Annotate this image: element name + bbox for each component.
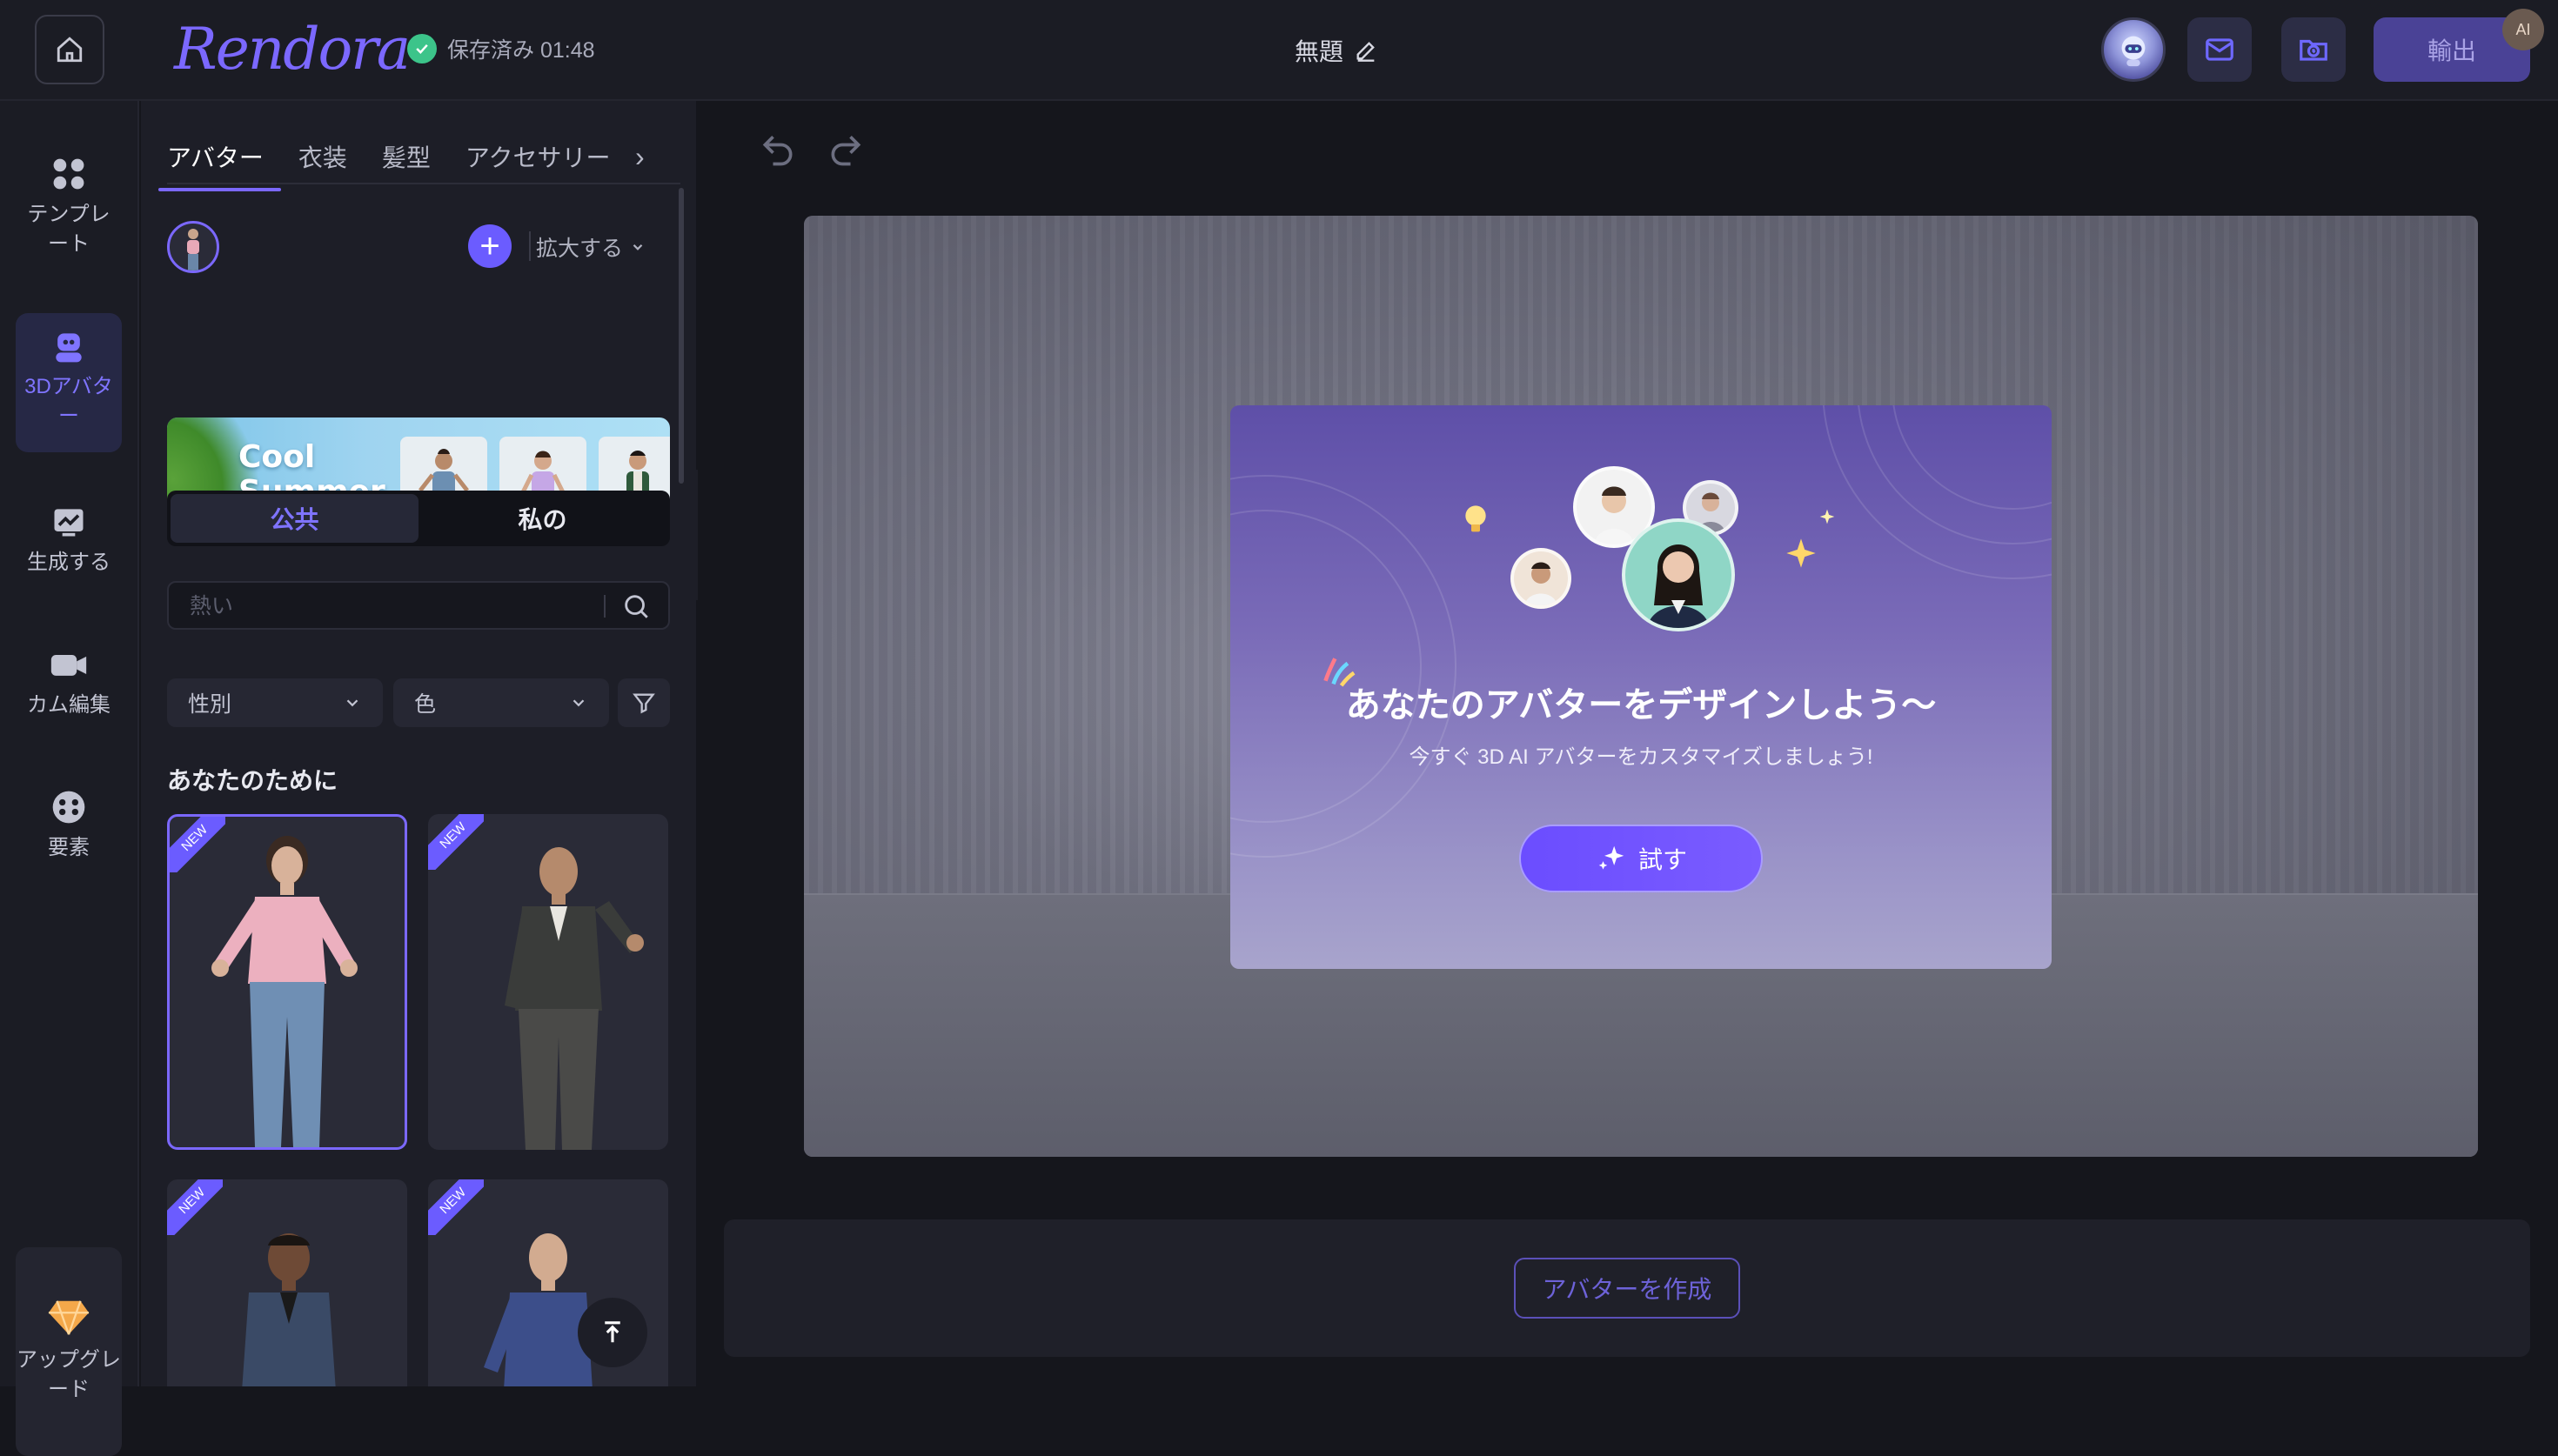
chevron-down-icon [633,244,643,250]
chevron-down-icon [573,699,585,707]
sparkles-icon [1598,845,1624,870]
camera-icon [50,655,87,676]
avatar-card[interactable]: NEW [167,814,407,1150]
save-status: 保存済み 01:48 [407,33,595,64]
left-navigation: テンプレート 3Dアバター 生成する カム編集 要素 アップグレード [0,101,139,1456]
filter-icon [633,693,655,714]
section-title-for-you: あなたのために [167,767,338,794]
asset-panel: アバター 衣装 髪型 アクセサリー › + 拡大する Cool Summer 公… [141,101,696,1386]
save-status-text: 保存済み 01:48 [447,38,595,63]
robot-icon [56,333,82,363]
home-icon [57,37,83,63]
nav-item-generate[interactable]: 生成する [16,489,122,591]
upgrade-label: アップグレード [17,1348,121,1401]
gender-dropdown[interactable]: 性別 [167,678,383,727]
avatar-card[interactable]: NEW [167,1179,407,1386]
chevron-down-icon [346,699,358,707]
add-avatar-button[interactable]: + [468,224,512,268]
nav-item-label: テンプレート [27,203,110,256]
sparkle-icon [1786,538,1816,568]
promo-title: あなたのアバターをデザインしよう〜 [1345,686,1937,725]
nav-item-label: 3Dアバター [24,375,113,428]
redo-icon[interactable] [827,130,865,169]
mail-button[interactable] [2187,17,2252,82]
nav-item-label: 生成する [27,551,110,574]
diamond-icon [48,1300,90,1336]
avatar-card[interactable]: NEW [428,814,668,1150]
chart-icon [54,509,84,537]
try-button-label: 試す [1637,846,1687,873]
avatar-bubble-main [1622,518,1735,631]
nav-item-label: カム編集 [27,693,110,717]
user-avatar[interactable] [2101,17,2166,82]
nav-item-cam-edit[interactable]: カム編集 [16,631,122,734]
nav-item-templates[interactable]: テンプレート [16,141,122,272]
chevron-right-icon[interactable]: › [635,141,645,173]
top-bar: Rendora 保存済み 01:48 無題 輸出 AI [0,0,2558,101]
robot-avatar-icon [2121,36,2146,67]
design-avatar-prompt-card: あなたのアバターをデザインしよう〜 今すぐ 3D AI アバターをカスタマイズし… [1230,405,2052,969]
folder-clock-icon [2300,39,2327,61]
undo-icon[interactable] [759,130,797,169]
try-button[interactable]: 試す [1519,825,1763,892]
grid-icon [53,158,84,190]
elements-icon [52,791,85,824]
search-icon[interactable] [621,591,651,621]
library-segmented-control: 公共 私の [167,491,670,546]
avatar-figure [505,847,644,1150]
color-dropdown-label: 色 [414,692,437,717]
document-title-text: 無題 [1295,38,1344,65]
gender-dropdown-label: 性別 [188,692,232,717]
nav-item-3d-avatar[interactable]: 3Dアバター [16,313,122,452]
filter-button[interactable] [618,678,670,727]
nav-item-label: 要素 [48,836,90,859]
search-input[interactable] [190,591,573,621]
mail-icon [2206,38,2233,61]
color-dropdown[interactable]: 色 [393,678,609,727]
nav-item-elements[interactable]: 要素 [16,774,122,877]
arrow-up-to-line-icon [605,1321,620,1343]
home-button[interactable] [35,15,104,84]
expand-dropdown[interactable]: 拡大する [536,231,646,263]
sparkle-small-icon [1819,509,1835,524]
search-divider [604,595,606,618]
avatar-bubble [1510,548,1571,609]
check-icon [407,34,437,63]
avatar-figure [187,229,199,270]
edit-icon[interactable] [1354,38,1378,63]
upgrade-button[interactable]: アップグレード [16,1247,122,1456]
ai-badge: AI [2502,9,2544,50]
create-avatar-button[interactable]: アバターを作成 [1514,1258,1740,1319]
search-box [167,581,670,630]
current-avatar-thumbnail[interactable] [167,221,219,273]
expand-divider [529,231,531,261]
history-folder-button[interactable] [2281,17,2346,82]
tabs-divider [167,183,680,184]
avatar-figure [211,836,358,1147]
scroll-to-top-button[interactable] [578,1298,647,1367]
expand-label: 拡大する [536,237,624,261]
banner-title-line1: Cool [238,439,316,475]
panel-scrollbar[interactable] [679,188,684,484]
app-logo: Rendora [174,16,411,83]
lightbulb-icon [1465,505,1486,532]
segment-mine[interactable]: 私の [419,494,666,543]
segment-public[interactable]: 公共 [171,494,419,543]
avatar-figure [242,1233,336,1386]
document-title[interactable]: 無題 [1295,33,1378,68]
promo-subtitle: 今すぐ 3D AI アバターをカスタマイズしましょう! [1409,745,1873,769]
